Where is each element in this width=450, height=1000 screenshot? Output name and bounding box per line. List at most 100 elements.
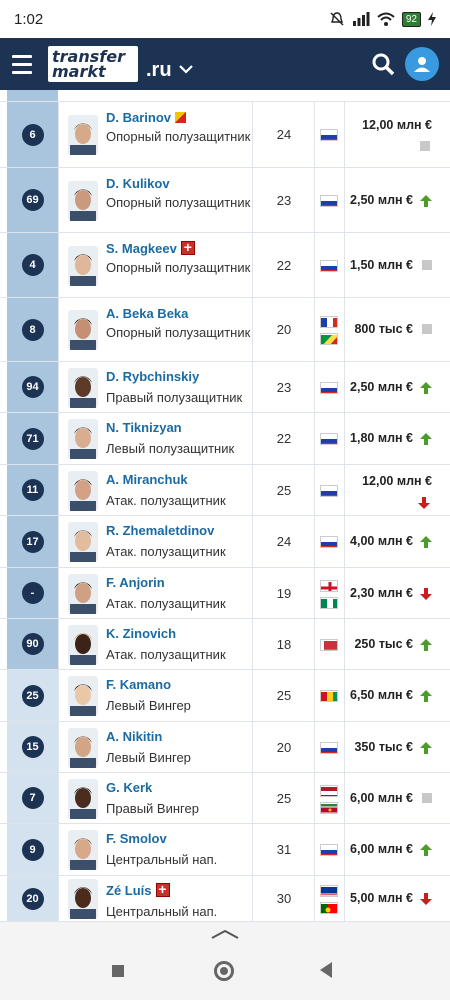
player-position: Опорный полузащитник bbox=[106, 195, 251, 210]
market-value[interactable]: 350 тыс € bbox=[354, 740, 413, 754]
player-row[interactable]: 20 Zé Luís Центральный нап. 30 5,00 млн € bbox=[0, 876, 450, 922]
player-name-link[interactable]: K. Zinovich bbox=[106, 626, 176, 641]
player-row[interactable]: 9 F. Smolov Центральный нап. 31 6,00 млн € bbox=[0, 824, 450, 876]
player-row[interactable]: 7 G. Kerk Правый Вингер 25 6,00 млн € bbox=[0, 773, 450, 824]
player-name: G. Kerk bbox=[106, 780, 153, 795]
flag-russia-icon bbox=[321, 743, 337, 753]
number-cell: 17 bbox=[7, 516, 58, 567]
market-value[interactable]: 6,50 млн € bbox=[350, 688, 413, 702]
recent-apps-button[interactable] bbox=[112, 965, 124, 977]
player-photo[interactable] bbox=[68, 470, 98, 511]
player-row[interactable]: 17 R. Zhemaletdinov Атак. полузащитник 24 4… bbox=[0, 516, 450, 568]
player-name: Zé Luís bbox=[106, 883, 152, 898]
nationality-flag bbox=[320, 381, 338, 394]
flag-nigeria-icon bbox=[321, 598, 337, 608]
player-photo[interactable] bbox=[68, 310, 98, 350]
player-row[interactable]: 94 D. Rybchinskiy Правый полузащитник 23 2,… bbox=[0, 362, 450, 413]
player-name: F. Smolov bbox=[106, 831, 167, 846]
market-value[interactable]: 6,00 млн € bbox=[350, 842, 413, 856]
player-position: Левый Вингер bbox=[106, 750, 191, 765]
status-time: 1:02 bbox=[14, 10, 44, 28]
player-row[interactable]: 4 S. Magkeev Опорный полузащитник 22 1,50 м… bbox=[0, 233, 450, 298]
domain-label[interactable]: .ru bbox=[146, 59, 172, 82]
back-button[interactable] bbox=[320, 962, 332, 978]
menu-icon[interactable] bbox=[2, 38, 42, 90]
player-name-link[interactable]: D. Barinov bbox=[106, 110, 187, 125]
player-photo[interactable] bbox=[68, 245, 98, 286]
market-value[interactable]: 1,50 млн € bbox=[350, 258, 413, 272]
player-name-link[interactable]: A. Miranchuk bbox=[106, 472, 188, 487]
market-value[interactable]: 12,00 млн € bbox=[362, 474, 432, 488]
player-name-link[interactable]: R. Zhemaletdinov bbox=[106, 523, 214, 538]
market-value[interactable]: 4,00 млн € bbox=[350, 534, 413, 548]
trend-up-icon bbox=[420, 194, 432, 207]
player-age: 23 bbox=[276, 192, 292, 208]
trend-up-icon bbox=[420, 741, 432, 754]
player-name-link[interactable]: Zé Luís bbox=[106, 881, 170, 898]
player-name-link[interactable]: S. Magkeev bbox=[106, 239, 195, 256]
player-photo[interactable] bbox=[68, 676, 98, 716]
user-account-button[interactable] bbox=[405, 47, 439, 81]
player-row[interactable]: 25 F. Kamano Левый Вингер 25 6,50 млн € bbox=[0, 670, 450, 722]
market-value[interactable]: 2,50 млн € bbox=[350, 193, 413, 207]
player-name-link[interactable]: N. Tiknizyan bbox=[106, 420, 182, 435]
market-value[interactable]: 2,50 млн € bbox=[350, 380, 413, 394]
status-bar: 1:02 92 bbox=[0, 0, 450, 38]
player-name-link[interactable]: F. Smolov bbox=[106, 831, 167, 846]
player-photo[interactable] bbox=[68, 522, 98, 562]
chevron-down-icon[interactable] bbox=[178, 63, 194, 75]
shirt-number: 15 bbox=[21, 736, 44, 758]
player-photo[interactable] bbox=[68, 573, 98, 614]
market-value[interactable]: 12,00 млн € bbox=[362, 118, 432, 132]
player-row[interactable]: 11 A. Miranchuk Атак. полузащитник 25 12,00… bbox=[0, 465, 450, 516]
player-name: D. Barinov bbox=[106, 110, 172, 125]
player-photo[interactable] bbox=[68, 778, 98, 819]
shirt-number: 71 bbox=[21, 427, 44, 450]
player-position: Опорный полузащитник bbox=[106, 325, 251, 340]
market-value[interactable]: 250 тыс € bbox=[354, 637, 413, 651]
player-name-link[interactable]: D. Kulikov bbox=[106, 176, 170, 191]
nationality-flag bbox=[320, 741, 338, 754]
player-photo[interactable] bbox=[68, 115, 98, 155]
player-photo[interactable] bbox=[68, 727, 98, 768]
player-photo[interactable] bbox=[68, 419, 98, 459]
player-row[interactable]: 69 D. Kulikov Опорный полузащитник 23 2,50 … bbox=[0, 168, 450, 233]
player-name-link[interactable]: A. Nikitin bbox=[106, 729, 162, 744]
market-value[interactable]: 6,00 млн € bbox=[350, 791, 413, 805]
home-button[interactable] bbox=[214, 961, 234, 981]
player-row[interactable]: 71 N. Tiknizyan Левый полузащитник 22 1,80 … bbox=[0, 413, 450, 465]
player-name-link[interactable]: G. Kerk bbox=[106, 780, 152, 795]
player-age: 24 bbox=[276, 127, 292, 142]
market-value[interactable]: 5,00 млн € bbox=[350, 891, 413, 905]
player-name-link[interactable]: D. Rybchinskiy bbox=[106, 369, 199, 384]
chevron-up-icon[interactable] bbox=[210, 928, 240, 940]
market-value[interactable]: 1,80 млн € bbox=[350, 431, 413, 445]
nationality-flag bbox=[320, 333, 338, 345]
player-position: Атак. полузащитник bbox=[106, 493, 226, 508]
player-row[interactable]: 90 K. Zinovich Атак. полузащитник 18 250 ты… bbox=[0, 619, 450, 670]
flag-russia-icon bbox=[321, 383, 337, 393]
transfermarkt-logo[interactable]: transfer markt bbox=[48, 46, 138, 82]
player-name: F. Kamano bbox=[106, 677, 172, 692]
player-photo[interactable] bbox=[68, 830, 98, 870]
nationality-flag bbox=[320, 194, 338, 207]
nationality-flag bbox=[320, 536, 338, 548]
player-photo[interactable] bbox=[68, 180, 98, 221]
player-photo[interactable] bbox=[68, 624, 98, 665]
trend-down-icon bbox=[420, 587, 432, 600]
market-value[interactable]: 2,30 млн € bbox=[350, 586, 413, 600]
player-photo[interactable] bbox=[68, 367, 98, 408]
number-cell: 69 bbox=[7, 168, 58, 232]
club-badge-icon bbox=[175, 112, 187, 123]
player-row[interactable]: 6 D. Barinov Опорный полузащитник 24 12,00 … bbox=[0, 102, 450, 168]
player-age: 25 bbox=[276, 482, 292, 498]
player-row[interactable]: - F. Anjorin Атак. полузащитник 19 2,30 млн… bbox=[0, 568, 450, 619]
player-row[interactable]: 8 A. Beka Beka Опорный полузащитник 20 800 … bbox=[0, 298, 450, 362]
market-value[interactable]: 800 тыс € bbox=[354, 322, 413, 336]
player-row[interactable]: 15 A. Nikitin Левый Вингер 20 350 тыс € bbox=[0, 722, 450, 773]
player-name-link[interactable]: F. Kamano bbox=[106, 677, 171, 692]
player-name-link[interactable]: A. Beka Beka bbox=[106, 306, 188, 321]
player-photo[interactable] bbox=[68, 879, 98, 919]
search-button[interactable] bbox=[365, 46, 401, 82]
player-name-link[interactable]: F. Anjorin bbox=[106, 575, 165, 590]
